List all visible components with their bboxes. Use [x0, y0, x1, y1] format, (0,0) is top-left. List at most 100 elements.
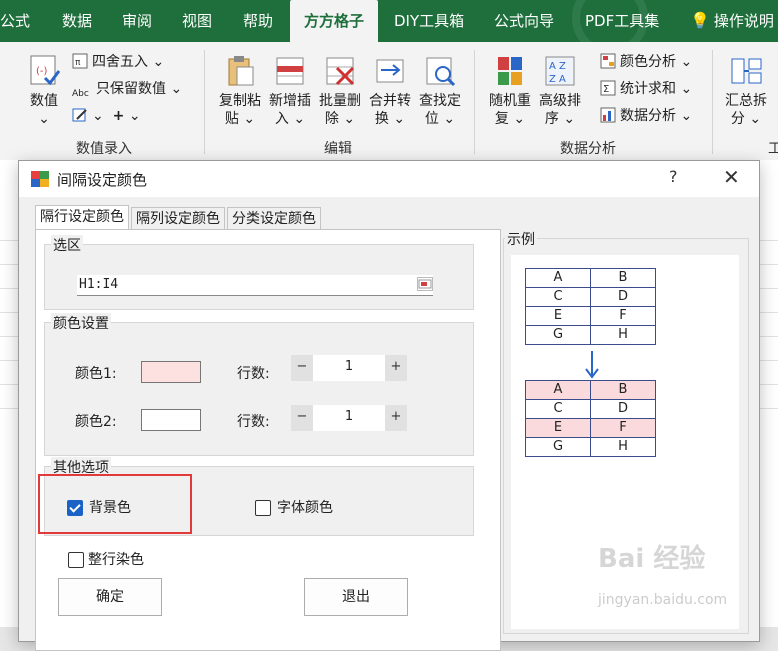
- copy-paste-button[interactable]: 复制粘 贴 ⌄: [216, 54, 264, 128]
- tab-help[interactable]: 帮助: [243, 0, 273, 42]
- table-row: AB: [525, 380, 656, 400]
- table-cell: C: [525, 287, 591, 307]
- whole-row-checkbox[interactable]: [68, 552, 84, 568]
- table-cell: B: [590, 268, 656, 288]
- edit-plus-buttons[interactable]: ⌄ + ⌄: [72, 106, 141, 126]
- group-label-value-input: 数值录入: [76, 141, 132, 157]
- range-input[interactable]: H1:I4: [77, 275, 433, 296]
- whole-row-label[interactable]: 整行染色: [88, 549, 144, 569]
- tab-formula-wizard[interactable]: 公式向导: [494, 0, 554, 42]
- watermark-url: jingyan.baidu.com: [598, 592, 728, 608]
- group-label-tools: 工: [768, 141, 778, 157]
- merge-icon: [373, 54, 407, 88]
- table-cell: H: [590, 437, 656, 457]
- rows-value-2[interactable]: 1: [313, 405, 385, 431]
- table-row: CD: [525, 399, 656, 419]
- close-button[interactable]: ✕: [723, 165, 740, 189]
- abc-icon: Abc: [72, 89, 89, 99]
- data-analysis-button[interactable]: 数据分析 ⌄: [600, 106, 692, 126]
- round-button[interactable]: π 四舍五入 ⌄: [72, 52, 164, 72]
- color-settings-legend: 颜色设置: [51, 313, 111, 333]
- app-icon: [31, 171, 49, 187]
- separator: [204, 50, 205, 154]
- tab-column-color[interactable]: 隔列设定颜色: [131, 207, 225, 230]
- exit-button[interactable]: 退出: [304, 578, 408, 616]
- table-cell: B: [590, 380, 656, 400]
- tab-pdf-tools[interactable]: PDF工具集: [585, 0, 659, 42]
- calc-icon: Σ: [600, 80, 616, 96]
- range-picker-icon[interactable]: [417, 277, 433, 291]
- ribbon-tab-bar: 公式 数据 审阅 视图 帮助 方方格子 DIY工具箱 公式向导 PDF工具集 💡…: [0, 0, 778, 56]
- font-color-checkbox[interactable]: [255, 500, 271, 516]
- help-button[interactable]: ?: [669, 167, 678, 186]
- summary-split-button[interactable]: 汇总拆 分 ⌄: [722, 54, 770, 128]
- font-color-label[interactable]: 字体颜色: [277, 497, 333, 517]
- random-icon: [493, 54, 527, 88]
- table-row: CD: [525, 287, 656, 307]
- summary-split-icon: [729, 54, 763, 88]
- tab-category-color[interactable]: 分类设定颜色: [227, 207, 321, 230]
- value-button[interactable]: (-) 数值 ⌄: [24, 54, 64, 128]
- example-table-before: AB CD EF GH: [525, 268, 656, 345]
- ok-button[interactable]: 确定: [58, 578, 162, 616]
- rows-stepper-1: − 1 +: [291, 355, 409, 381]
- plus-button-1[interactable]: +: [385, 355, 407, 381]
- table-cell: C: [525, 399, 591, 419]
- merge-button[interactable]: 合并转 换 ⌄: [366, 54, 414, 128]
- table-cell: D: [590, 399, 656, 419]
- pencil-table-icon: [72, 107, 88, 123]
- color1-swatch[interactable]: [141, 361, 201, 383]
- color2-swatch[interactable]: [141, 409, 201, 431]
- table-row: GH: [525, 325, 656, 345]
- advanced-sort-button[interactable]: A ZZ A 高级排 序 ⌄: [536, 54, 584, 128]
- minus-button-1[interactable]: −: [291, 355, 313, 381]
- insert-button[interactable]: 新增插 入 ⌄: [266, 54, 314, 128]
- sort-az-icon: A Z Z A: [543, 54, 577, 88]
- find-button[interactable]: 查找定 位 ⌄: [416, 54, 464, 128]
- rows-label-1: 行数:: [237, 366, 270, 382]
- table-cell: H: [590, 325, 656, 345]
- tab-formulas[interactable]: 公式: [0, 0, 30, 42]
- svg-text:Σ: Σ: [603, 84, 609, 95]
- keep-value-button[interactable]: Abc 只保留数值 ⌄: [72, 79, 182, 100]
- range-group: 选区 H1:I4: [44, 235, 474, 310]
- minus-button-2[interactable]: −: [291, 405, 313, 431]
- rows-label-2: 行数:: [237, 414, 270, 430]
- tab-view[interactable]: 视图: [182, 0, 212, 42]
- tab-diy-toolbox[interactable]: DIY工具箱: [394, 0, 464, 42]
- table-cell: E: [525, 418, 591, 438]
- rows-value-1[interactable]: 1: [313, 355, 385, 381]
- dialog-title: 间隔设定颜色: [57, 171, 148, 189]
- ribbon-panel: (-) 数值 ⌄ π 四舍五入 ⌄ Abc 只保留数值 ⌄ ⌄ + ⌄ 数值录入 复…: [0, 42, 778, 161]
- arrow-down-icon: [585, 351, 599, 379]
- table-cell: A: [525, 380, 591, 400]
- tab-fangfanggezi[interactable]: 方方格子: [290, 0, 378, 42]
- batch-delete-button[interactable]: 批量删 除 ⌄: [316, 54, 364, 128]
- value-icon: (-): [27, 54, 61, 88]
- color-analysis-button[interactable]: 颜色分析 ⌄: [600, 52, 692, 72]
- tell-me[interactable]: 💡 操作说明: [690, 0, 774, 42]
- table-row: GH: [525, 437, 656, 457]
- chevron-down-icon: ⌄: [152, 54, 165, 70]
- range-legend: 选区: [51, 235, 83, 255]
- color2-label: 颜色2:: [75, 414, 117, 430]
- color-grid-icon: [600, 53, 616, 69]
- group-label-edit: 编辑: [324, 141, 352, 157]
- tab-row-color[interactable]: 隔行设定颜色: [35, 205, 129, 232]
- dialog-titlebar[interactable]: 间隔设定颜色 ? ✕: [19, 161, 759, 197]
- random-repeat-button[interactable]: 随机重 复 ⌄: [486, 54, 534, 128]
- analysis-grid-icon: [600, 107, 616, 123]
- clipboard-icon: [223, 54, 257, 88]
- plus-button-2[interactable]: +: [385, 405, 407, 431]
- table-row: EF: [525, 306, 656, 326]
- watermark-logo: Bai 经验: [598, 544, 706, 574]
- tab-data[interactable]: 数据: [62, 0, 92, 42]
- stat-sum-button[interactable]: Σ 统计求和 ⌄: [600, 79, 692, 99]
- insert-row-icon: [273, 54, 307, 88]
- tab-review[interactable]: 审阅: [122, 0, 152, 42]
- find-icon: [423, 54, 457, 88]
- group-label-data-analysis: 数据分析: [560, 141, 616, 157]
- tab-page: 选区 H1:I4 颜色设置 颜色1: 行数: − 1 + 颜色2: 行数: − …: [35, 229, 501, 651]
- lightbulb-icon: 💡: [690, 11, 710, 30]
- svg-text:Z A: Z A: [549, 74, 566, 85]
